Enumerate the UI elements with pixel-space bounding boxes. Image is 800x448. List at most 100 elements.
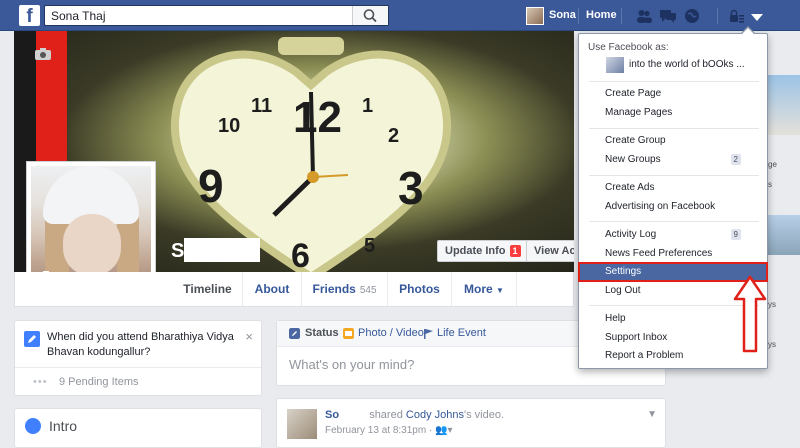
create-ads-item[interactable]: Create Ads (579, 179, 767, 197)
tab-label: Timeline (183, 282, 232, 296)
composer-input[interactable]: What's on your mind? (289, 357, 414, 372)
reminder-question[interactable]: When did you attend Bharathiya Vidya Bha… (47, 330, 237, 360)
composer-life-event-tab[interactable]: Life Event (437, 327, 486, 339)
svg-text:11: 11 (251, 95, 272, 117)
svg-text:12: 12 (293, 93, 342, 142)
manage-pages-item[interactable]: Manage Pages (579, 104, 767, 122)
account-menu-chevron-down-icon[interactable] (748, 9, 766, 27)
avatar[interactable] (287, 409, 317, 439)
facebook-logo[interactable]: f (19, 5, 40, 27)
pending-items-row[interactable]: ••• 9 Pending Items (15, 367, 261, 396)
friend-requests-icon[interactable] (635, 7, 653, 25)
view-activity-label: View Activi (534, 245, 574, 257)
globe-icon (25, 418, 41, 434)
profile-tabs: Timeline About Friends 545 Photos More ▼ (14, 272, 574, 307)
create-group-item[interactable]: Create Group (579, 132, 767, 150)
redacted-name (184, 238, 260, 262)
menu-label: Activity Log (605, 229, 657, 240)
activity-log-item[interactable]: Activity Log 9 (579, 226, 767, 244)
menu-label: New Groups (605, 154, 661, 165)
svg-text:6: 6 (291, 237, 310, 272)
advertising-item[interactable]: Advertising on Facebook (579, 198, 767, 216)
messages-icon[interactable] (659, 7, 677, 25)
education-reminder-card: When did you attend Bharathiya Vidya Bha… (14, 320, 262, 396)
post-object: 's video. (463, 409, 504, 421)
chevron-down-icon: ▼ (496, 286, 504, 295)
tab-friends[interactable]: Friends 545 (301, 272, 387, 306)
update-info-label: Update Info (445, 245, 506, 257)
ad-text: ge (768, 160, 777, 169)
post-author[interactable]: So (325, 409, 339, 421)
tab-label: More (464, 282, 493, 296)
update-info-badge: 1 (509, 245, 521, 257)
top-navigation-bar: f Sona Home (0, 0, 800, 31)
name-initial: S (171, 240, 185, 262)
search-icon (363, 9, 377, 23)
update-info-button[interactable]: Update Info 1 (437, 240, 529, 262)
divider (717, 8, 718, 24)
chevron-down-icon[interactable]: ▼ (647, 409, 657, 420)
switch-to-page-item[interactable]: into the world of bOOks ... (579, 54, 767, 76)
tab-label: Photos (399, 282, 440, 296)
svg-text:1: 1 (362, 95, 373, 117)
home-link[interactable]: Home (586, 9, 617, 21)
tab-about[interactable]: About (242, 272, 301, 306)
news-feed-preferences-item[interactable]: News Feed Preferences (579, 245, 767, 263)
tab-more[interactable]: More ▼ (451, 272, 517, 306)
ad-image[interactable] (766, 75, 800, 135)
page-name: into the world of bOOks ... (629, 59, 745, 70)
search-input[interactable] (45, 6, 355, 25)
svg-text:2: 2 (388, 125, 399, 147)
use-facebook-as-heading: Use Facebook as: (588, 42, 669, 53)
ellipsis-icon: ••• (33, 376, 48, 388)
friends-count: 545 (359, 285, 377, 296)
right-column-peek: ge s ys ys (766, 70, 800, 431)
svg-text:9: 9 (198, 160, 224, 212)
divider (589, 175, 759, 176)
svg-text:5: 5 (364, 235, 375, 257)
post-action: shared (369, 409, 403, 421)
count-badge: 9 (730, 229, 741, 240)
profile-name-heading: S (171, 238, 261, 262)
close-icon[interactable]: × (245, 329, 253, 344)
svg-text:3: 3 (398, 162, 424, 214)
pencil-icon (24, 331, 40, 347)
shared-from-link[interactable]: Cody Johns (406, 409, 464, 421)
avatar (526, 7, 544, 25)
pending-items-label: 9 Pending Items (59, 376, 139, 388)
divider (589, 128, 759, 129)
search-box[interactable] (44, 5, 389, 26)
feed-post: So shared Cody Johns's video. February 1… (276, 398, 666, 448)
dropdown-caret (741, 28, 755, 35)
svg-text:10: 10 (218, 115, 240, 137)
composer-status-tab[interactable]: Status (305, 327, 339, 339)
pencil-icon (289, 328, 300, 339)
count-badge: 2 (730, 154, 741, 165)
create-page-item[interactable]: Create Page (579, 85, 767, 103)
flag-icon (424, 329, 433, 339)
post-header: So shared Cody Johns's video. (325, 409, 504, 421)
camera-icon[interactable] (34, 47, 52, 61)
divider (621, 8, 622, 24)
divider (578, 8, 579, 24)
new-groups-item[interactable]: New Groups 2 (579, 151, 767, 169)
notifications-globe-icon[interactable] (683, 7, 701, 25)
composer-photo-video-tab[interactable]: Photo / Video (358, 327, 424, 339)
tab-timeline[interactable]: Timeline (173, 272, 242, 306)
tab-label: About (254, 282, 290, 296)
intro-heading: Intro (49, 418, 78, 434)
intro-card: Intro (14, 408, 262, 448)
ad-text: s (768, 180, 772, 189)
page-avatar (606, 57, 624, 73)
tab-photos[interactable]: Photos (387, 272, 451, 306)
ad-image[interactable] (766, 215, 800, 255)
profile-name: Sona (549, 9, 576, 21)
tab-label: Friends (312, 282, 356, 296)
ad-text: ys (768, 340, 776, 349)
divider (589, 81, 759, 82)
view-activity-button[interactable]: View Activi (526, 240, 574, 262)
privacy-shortcuts-icon[interactable] (728, 7, 746, 25)
photo-icon (343, 328, 354, 339)
search-button[interactable] (352, 6, 388, 25)
annotation-arrow-icon (733, 275, 767, 353)
